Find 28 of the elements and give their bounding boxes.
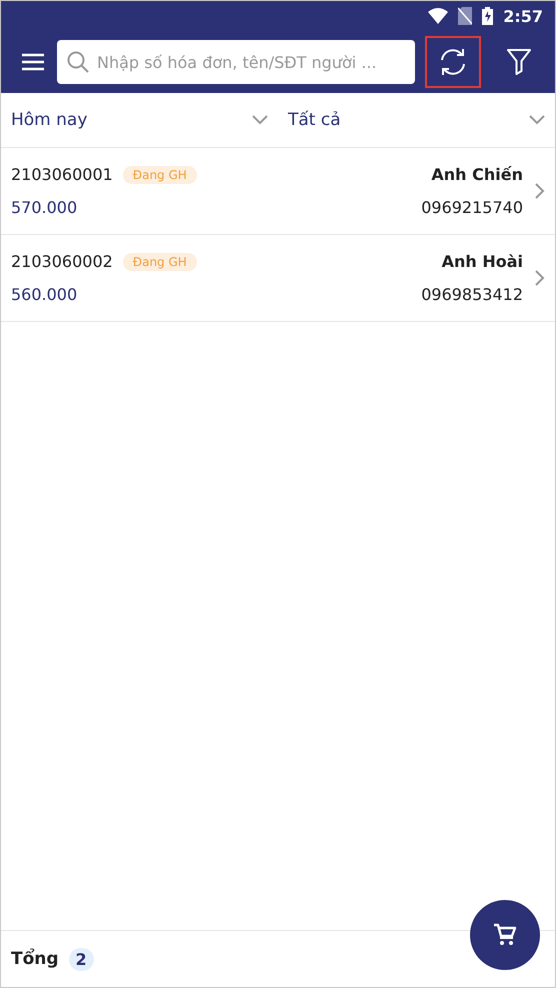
order-code: 2103060002 bbox=[11, 252, 113, 271]
wifi-icon bbox=[428, 8, 448, 24]
battery-charging-icon bbox=[482, 7, 494, 25]
status-tag: Đang GH bbox=[122, 166, 197, 184]
chevron-down-icon bbox=[252, 115, 268, 125]
cart-icon bbox=[493, 923, 517, 947]
filter-icon bbox=[507, 49, 531, 75]
chevron-down-icon bbox=[529, 115, 545, 125]
order-code: 2103060001 bbox=[11, 165, 113, 184]
chevron-right-icon[interactable] bbox=[535, 183, 545, 199]
filter-dropdown[interactable]: Hôm nay bbox=[1, 93, 278, 147]
no-sim-icon bbox=[458, 7, 472, 25]
refresh-icon bbox=[438, 48, 468, 76]
chevron-right-icon[interactable] bbox=[535, 270, 545, 286]
search-field[interactable]: Nhập số hóa đơn, tên/SĐT người ... bbox=[57, 40, 415, 84]
order-amount: 570.000 bbox=[11, 198, 78, 217]
total-label: Tổng bbox=[11, 949, 59, 969]
customer-phone: 0969853412 bbox=[421, 285, 523, 304]
customer-phone: 0969215740 bbox=[421, 198, 523, 217]
menu-lines-icon bbox=[22, 53, 44, 71]
filter-dropdown[interactable]: Tất cả bbox=[278, 93, 555, 147]
customer-name: Anh Chiến bbox=[431, 165, 523, 184]
refresh-button[interactable] bbox=[425, 36, 481, 88]
status-time: 2:57 bbox=[503, 6, 543, 26]
order-amount: 560.000 bbox=[11, 285, 78, 304]
status-tag: Đang GH bbox=[122, 252, 197, 270]
total-count: 2 bbox=[68, 948, 94, 970]
customer-name: Anh Hoài bbox=[442, 252, 523, 271]
